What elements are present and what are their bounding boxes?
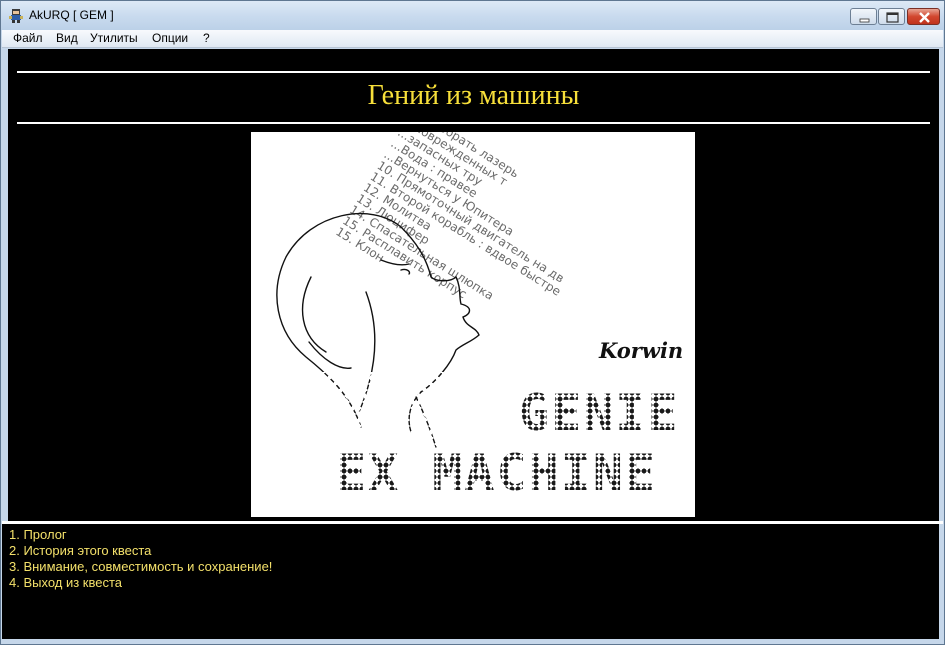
menu-view[interactable]: Вид [56, 31, 78, 45]
menu-bar: Файл Вид Утилиты Опции ? [2, 30, 943, 48]
divider-bottom [17, 122, 930, 124]
choice-exit[interactable]: 4. Выход из квеста [9, 575, 122, 590]
divider-top [17, 71, 930, 73]
title-bar[interactable]: AkURQ [ GEM ] [1, 1, 944, 30]
close-icon [919, 12, 930, 23]
cover-title-line1: GENIE [519, 384, 680, 442]
close-button[interactable] [907, 8, 940, 25]
choice-panel: 1. Пролог 2. История этого квеста 3. Вни… [2, 524, 939, 639]
cover-author: Korwin [599, 338, 684, 363]
menu-file[interactable]: Файл [13, 31, 43, 45]
maximize-icon [886, 12, 899, 23]
maximize-button[interactable] [878, 8, 905, 25]
choice-history[interactable]: 2. История этого квеста [9, 543, 151, 558]
choice-compatibility[interactable]: 3. Внимание, совместимость и сохранение! [9, 559, 272, 574]
menu-utilities[interactable]: Утилиты [90, 31, 138, 45]
choice-prologue[interactable]: 1. Пролог [9, 527, 67, 542]
menu-options[interactable]: Опции [152, 31, 188, 45]
cover-title-line2: EX MACHINE [336, 444, 658, 502]
cover-image: ...разобрать лазерь ...поврежденных т ..… [251, 132, 695, 517]
menu-help[interactable]: ? [203, 31, 210, 45]
minimize-icon [859, 18, 870, 23]
window-title: AkURQ [ GEM ] [29, 8, 114, 22]
app-window: AkURQ [ GEM ] Файл Вид Утилиты Опции ? Г… [0, 0, 945, 645]
minimize-button[interactable] [850, 8, 877, 25]
main-content: Гений из машины ...разобрать лазерь ...п… [8, 49, 939, 521]
page-title: Гений из машины [367, 80, 580, 111]
app-icon [9, 9, 23, 23]
